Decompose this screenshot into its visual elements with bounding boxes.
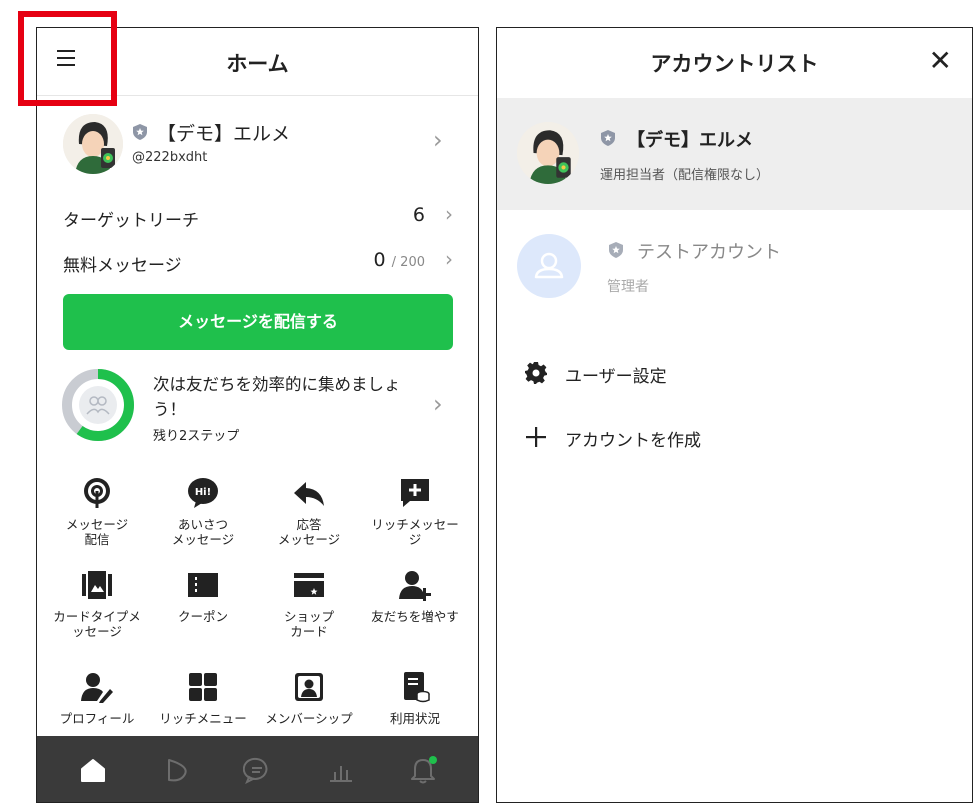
feature-label: カードタイプメ ッセージ [53, 609, 141, 639]
feature-item[interactable]: クーポン [149, 568, 257, 624]
feature-item[interactable]: 応答 メッセージ [255, 476, 363, 547]
free-message-label: 無料メッセージ [63, 256, 182, 276]
chevron-right-icon: › [445, 247, 453, 271]
feature-label: 利用状況 [389, 711, 440, 726]
account-id: @222bxdht [132, 150, 208, 165]
account-item-selected[interactable]: 【デモ】エルメ 運用担当者（配信権限なし） [497, 98, 972, 210]
broadcast-icon [84, 478, 110, 508]
feature-item[interactable]: リッチメッセー ジ [361, 476, 469, 547]
home-screen: ホーム 【デモ】エルメ @222bxdht › ターゲットリーチ 6 › 無料メ… [36, 27, 479, 803]
greeting-icon: Hi! [188, 478, 218, 508]
profile-icon [81, 673, 113, 703]
timeline-tab-icon[interactable] [163, 756, 191, 784]
screenshot-canvas: ホーム 【デモ】エルメ @222bxdht › ターゲットリーチ 6 › 無料メ… [0, 0, 977, 812]
free-message-count: 0 / 200 [374, 249, 425, 271]
chevron-right-icon: › [445, 202, 453, 226]
rich-menu-icon [189, 673, 217, 701]
membership-icon [295, 673, 323, 701]
free-message-limit: / 200 [391, 255, 425, 270]
default-avatar [517, 234, 581, 298]
feature-label: あいさつ メッセージ [171, 517, 235, 547]
plus-icon [526, 427, 546, 447]
close-icon[interactable]: ✕ [929, 44, 952, 77]
feature-item[interactable]: リッチメニュー [149, 670, 257, 726]
rich-message-icon [401, 479, 429, 507]
feature-label: リッチメニュー [159, 711, 247, 726]
feature-item[interactable]: メッセージ 配信 [43, 476, 151, 547]
free-message-value: 0 [373, 249, 386, 271]
send-message-button[interactable]: メッセージを配信する [63, 294, 453, 350]
bottom-tab-bar [37, 736, 478, 802]
reply-icon [294, 482, 324, 506]
feature-label: リッチメッセー ジ [371, 517, 459, 547]
page-title: アカウントリスト [650, 52, 819, 76]
shop-card-icon [294, 573, 324, 597]
svg-text:Hi!: Hi! [195, 487, 211, 498]
feature-label: メッセージ 配信 [65, 517, 129, 547]
account-name: 【デモ】エルメ [157, 123, 291, 145]
target-reach-value: 6 [412, 204, 425, 226]
usage-icon [404, 672, 430, 703]
home-tab-icon[interactable] [79, 756, 107, 784]
free-message-row[interactable]: 無料メッセージ 0 / 200 › [63, 247, 453, 277]
notification-tab-icon[interactable] [409, 756, 437, 784]
feature-label: クーポン [177, 609, 228, 624]
progress-title: 次は友だちを効率的に集めましょう！ [153, 375, 401, 419]
shield-icon [609, 242, 623, 262]
feature-item[interactable]: ショップ カード [255, 568, 363, 639]
feature-item[interactable]: 友だちを増やす [361, 568, 469, 624]
highlight-box [18, 11, 117, 106]
feature-item[interactable]: メンバーシップ [255, 670, 363, 726]
feature-label: 友だちを増やす [371, 609, 459, 624]
shield-icon [601, 130, 615, 150]
add-friend-icon [399, 571, 431, 601]
target-reach-row[interactable]: ターゲットリーチ 6 › [63, 202, 453, 232]
account-profile-row[interactable]: 【デモ】エルメ @222bxdht › [37, 108, 478, 180]
gear-icon [525, 362, 547, 384]
account-role: 管理者 [607, 279, 649, 295]
feature-item[interactable]: 利用状況 [361, 670, 469, 726]
user-settings-label: ユーザー設定 [565, 367, 667, 387]
account-list-header: アカウントリスト ✕ [497, 28, 972, 98]
chat-tab-icon[interactable] [243, 756, 271, 784]
onboarding-progress-card[interactable]: 次は友だちを効率的に集めましょう！ 残り2ステップ › [61, 368, 461, 448]
feature-label: ショップ カード [283, 609, 334, 639]
feature-label: プロフィール [59, 711, 135, 726]
feature-label: 応答 メッセージ [277, 517, 341, 547]
shield-icon [133, 124, 147, 144]
progress-ring [62, 369, 134, 441]
account-item[interactable]: テストアカウント 管理者 [497, 218, 972, 318]
stats-tab-icon[interactable] [327, 756, 355, 784]
coupon-icon [188, 573, 218, 597]
account-name: 【デモ】エルメ [627, 130, 753, 151]
account-name: テストアカウント [637, 242, 781, 263]
account-list-screen: アカウントリスト ✕ 【デモ】エルメ 運用担当者（配信権限なし） テストアカウン… [496, 27, 973, 803]
card-message-icon [82, 571, 112, 599]
avatar [517, 122, 579, 184]
chevron-right-icon: › [433, 390, 443, 418]
avatar [63, 114, 123, 174]
target-reach-label: ターゲットリーチ [63, 211, 199, 231]
feature-item[interactable]: カードタイプメ ッセージ [43, 568, 151, 639]
progress-subtitle: 残り2ステップ [153, 429, 240, 444]
feature-label: メンバーシップ [265, 711, 353, 726]
create-account-label: アカウントを作成 [565, 431, 701, 451]
feature-item[interactable]: プロフィール [43, 670, 151, 726]
feature-item[interactable]: Hi! あいさつ メッセージ [149, 476, 257, 547]
account-role: 運用担当者（配信権限なし） [600, 168, 770, 183]
chevron-right-icon: › [433, 126, 443, 154]
